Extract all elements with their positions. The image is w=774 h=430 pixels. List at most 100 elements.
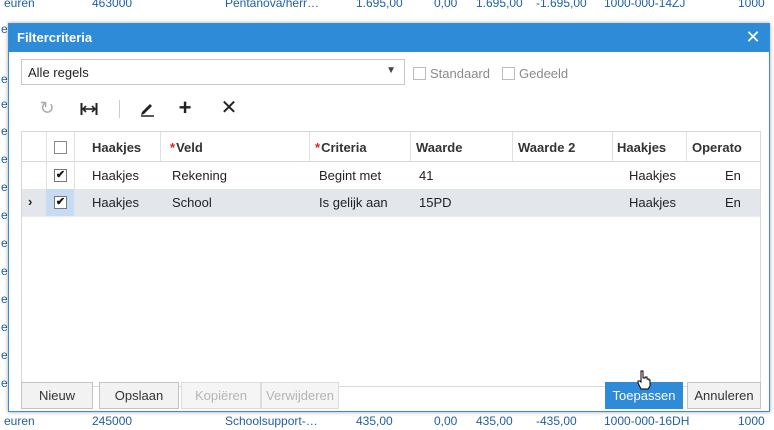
bg-cell: -435,00 <box>536 414 577 428</box>
background-row-top: euren 463000 Pentanova/herr… 1.695,00 0,… <box>0 0 774 12</box>
bg-letter: e <box>1 320 8 334</box>
cell-haakjes-2[interactable]: Haakjes <box>629 195 676 210</box>
row-indicator-icon: › <box>28 194 33 209</box>
cell-operator[interactable]: En <box>725 195 741 210</box>
bg-letter: e <box>1 124 8 138</box>
bg-cell: 1.695,00 <box>476 0 523 10</box>
gedeeld-label: Gedeeld <box>519 66 569 82</box>
bg-cell: 435,00 <box>476 414 513 428</box>
gedeeld-checkbox[interactable]: Gedeeld <box>502 65 568 81</box>
bg-cell: 1000-000-14ZJ <box>604 0 686 10</box>
bg-letter: e <box>1 180 8 194</box>
column-divider <box>612 132 613 161</box>
close-icon[interactable]: ✕ <box>743 27 763 47</box>
bg-cell: 1000 <box>738 0 765 10</box>
column-header-criteria[interactable]: *Criteria <box>315 140 367 155</box>
standaard-checkbox-box[interactable] <box>413 67 426 81</box>
column-divider <box>160 132 161 161</box>
filter-grid: Haakjes *Veld *Criteria Waarde Waarde 2 … <box>21 131 761 387</box>
nieuw-button[interactable]: Nieuw <box>21 382 93 409</box>
delete-icon[interactable]: ✕ <box>217 96 241 120</box>
dialog-footer: Nieuw Opslaan Kopiëren Verwijderen Toepa… <box>9 380 769 411</box>
refresh-icon[interactable]: ↻ <box>35 96 59 120</box>
column-header-veld-label: Veld <box>176 140 203 155</box>
row-checkbox[interactable]: ✔ <box>54 196 67 209</box>
bg-letter: e <box>1 72 8 86</box>
cell-haakjes[interactable]: Haakjes <box>92 168 139 183</box>
bg-letter: e <box>1 236 8 250</box>
cell-waarde[interactable]: 41 <box>419 168 433 183</box>
column-header-criteria-label: Criteria <box>321 140 367 155</box>
column-header-operator[interactable]: Operato <box>692 140 742 155</box>
cell-operator[interactable]: En <box>725 168 741 183</box>
bg-cell: 1000-000-16DH <box>604 414 690 428</box>
filter-set-select[interactable]: Alle regels ▼ <box>21 59 405 85</box>
dialog-titlebar[interactable]: Filtercriteria ✕ <box>9 24 769 52</box>
column-header-veld[interactable]: *Veld <box>170 140 203 155</box>
bg-cell: euren <box>4 0 35 10</box>
hand-cursor-icon <box>637 370 651 390</box>
column-header-waarde-2[interactable]: Waarde 2 <box>518 140 575 155</box>
fit-width-icon[interactable] <box>77 96 101 120</box>
cell-haakjes-2[interactable]: Haakjes <box>629 168 676 183</box>
filter-criteria-dialog: Filtercriteria ✕ Alle regels ▼ Standaard… <box>8 23 770 412</box>
grid-toolbar: ↻ + ✕ <box>21 90 761 126</box>
column-header-haakjes[interactable]: Haakjes <box>92 140 141 155</box>
table-row-selected[interactable]: › ✔ Haakjes School Is gelijk aan 15PD Ha… <box>22 189 760 217</box>
cell-criteria[interactable]: Is gelijk aan <box>319 195 388 210</box>
bg-letter: e <box>1 152 8 166</box>
opslaan-button[interactable]: Opslaan <box>99 382 179 409</box>
table-row[interactable]: ✔ Haakjes Rekening Begint met 41 Haakjes… <box>22 162 760 190</box>
row-checkbox[interactable]: ✔ <box>54 169 67 182</box>
verwijderen-button[interactable]: Verwijderen <box>261 382 339 409</box>
grid-header: Haakjes *Veld *Criteria Waarde Waarde 2 … <box>22 132 760 162</box>
bg-letter: e <box>1 376 8 390</box>
bg-cell: 0,00 <box>434 0 458 10</box>
bg-cell: Schoolsupport-… <box>225 414 318 428</box>
standaard-label: Standaard <box>430 66 490 82</box>
edit-icon[interactable] <box>135 96 159 120</box>
cell-waarde[interactable]: 15PD <box>419 195 452 210</box>
bg-letter: e <box>1 264 8 278</box>
row-checkbox-cell[interactable]: ✔ <box>46 162 74 189</box>
chevron-down-icon[interactable]: ▼ <box>386 65 396 76</box>
bg-cell: -1.695,00 <box>536 0 587 10</box>
gedeeld-checkbox-box[interactable] <box>502 67 515 81</box>
background-left-strip: e e e e e e e e e e e e e <box>0 12 8 412</box>
column-divider <box>410 132 411 161</box>
column-divider <box>512 132 513 161</box>
standaard-checkbox[interactable]: Standaard <box>413 65 490 81</box>
bg-cell: 1000 <box>738 414 765 428</box>
bg-letter: e <box>1 292 8 306</box>
bg-cell: 463000 <box>92 0 133 10</box>
bg-cell: 245000 <box>92 414 133 428</box>
select-all-checkbox[interactable] <box>54 141 67 154</box>
bg-cell: 0,00 <box>434 414 458 428</box>
add-icon[interactable]: + <box>173 96 197 120</box>
bg-cell: euren <box>4 414 35 428</box>
column-header-waarde[interactable]: Waarde <box>416 140 462 155</box>
cell-criteria[interactable]: Begint met <box>319 168 381 183</box>
cell-veld[interactable]: Rekening <box>172 168 227 183</box>
row-checkbox-cell[interactable]: ✔ <box>46 189 74 216</box>
bg-letter: e <box>1 97 8 111</box>
kopieren-button[interactable]: Kopiëren <box>181 382 261 409</box>
bg-cell: Pentanova/herr… <box>225 0 320 10</box>
bg-letter: e <box>1 348 8 362</box>
toolbar-divider <box>119 100 120 118</box>
column-divider <box>686 132 687 161</box>
column-header-haakjes-2[interactable]: Haakjes <box>617 140 666 155</box>
dialog-title: Filtercriteria <box>17 30 93 45</box>
bg-cell: 435,00 <box>356 414 393 428</box>
bg-letter: e <box>1 22 8 36</box>
annuleren-button[interactable]: Annuleren <box>687 382 761 409</box>
bg-letter: e <box>1 208 8 222</box>
cell-veld[interactable]: School <box>172 195 212 210</box>
background-row-bottom: euren 245000 Schoolsupport-… 435,00 0,00… <box>0 412 774 430</box>
required-marker: * <box>315 140 321 155</box>
required-marker: * <box>170 140 176 155</box>
bg-cell: 1.695,00 <box>356 0 403 10</box>
filter-set-value: Alle regels <box>28 65 89 80</box>
column-divider <box>309 132 310 161</box>
cell-haakjes[interactable]: Haakjes <box>92 195 139 210</box>
